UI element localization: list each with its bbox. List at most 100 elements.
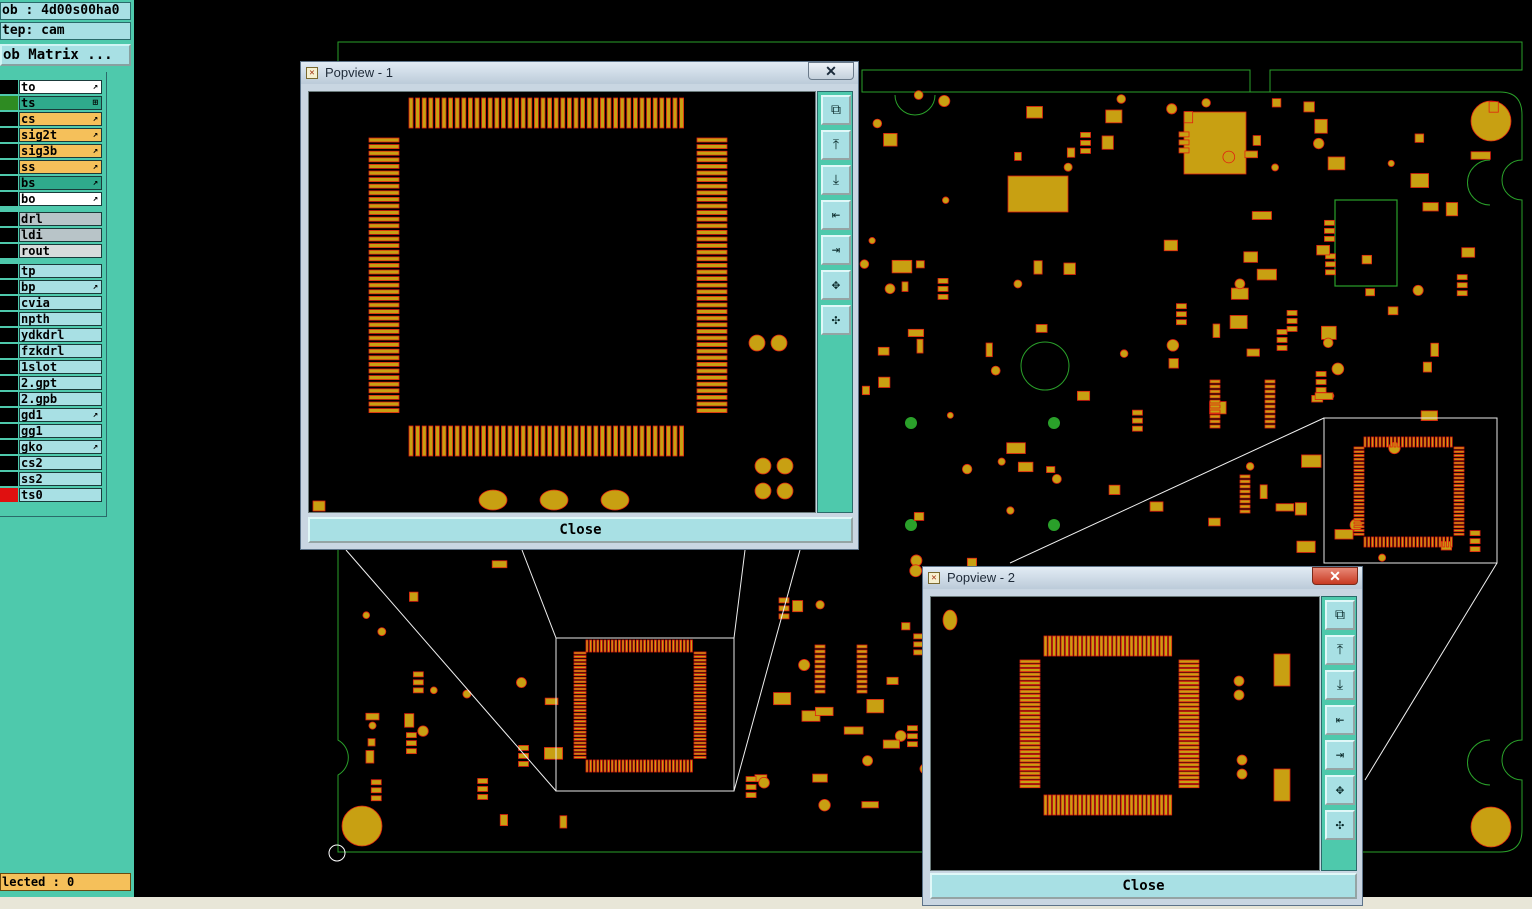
- layer-color-swatch[interactable]: [0, 328, 18, 342]
- zoom-in-icon[interactable]: ✥: [821, 270, 851, 300]
- layer-row[interactable]: bs ↗: [0, 176, 103, 190]
- layer-row[interactable]: 1slot: [0, 360, 103, 374]
- layer-name[interactable]: rout: [19, 244, 102, 258]
- layer-color-swatch[interactable]: [0, 360, 18, 374]
- layer-row[interactable]: ts ⊞: [0, 96, 103, 110]
- zoom-out-icon[interactable]: ✣: [821, 305, 851, 335]
- layer-row[interactable]: ss2: [0, 472, 103, 486]
- layer-color-swatch[interactable]: [0, 424, 18, 438]
- layer-color-swatch[interactable]: [0, 440, 18, 454]
- layer-color-swatch[interactable]: [0, 128, 18, 142]
- layer-color-swatch[interactable]: [0, 408, 18, 422]
- layer-name[interactable]: ts ⊞: [19, 96, 102, 110]
- zoom-out-icon[interactable]: ✣: [1325, 810, 1355, 840]
- layer-row[interactable]: sig3b ↗: [0, 144, 103, 158]
- pan-down-icon[interactable]: ⤓: [821, 165, 851, 195]
- layer-color-swatch[interactable]: [0, 228, 18, 242]
- popview-1-titlebar[interactable]: ✕ Popview - 1 ✕: [301, 62, 858, 84]
- layer-name[interactable]: gko ↗: [19, 440, 102, 454]
- layer-row[interactable]: npth: [0, 312, 103, 326]
- layer-row[interactable]: sig2t ↗: [0, 128, 103, 142]
- layer-color-swatch[interactable]: [0, 264, 18, 278]
- layer-name[interactable]: npth: [19, 312, 102, 326]
- layer-name[interactable]: ss2: [19, 472, 102, 486]
- layer-row[interactable]: rout: [0, 244, 103, 258]
- layer-color-swatch[interactable]: [0, 376, 18, 390]
- layer-row[interactable]: gd1 ↗: [0, 408, 103, 422]
- pan-right-icon[interactable]: ⇥: [821, 235, 851, 265]
- layer-name[interactable]: fzkdrl: [19, 344, 102, 358]
- layer-color-swatch[interactable]: [0, 160, 18, 174]
- pan-left-icon[interactable]: ⇤: [1325, 705, 1355, 735]
- close-icon[interactable]: ✕: [1312, 567, 1358, 585]
- layer-row[interactable]: cs2: [0, 456, 103, 470]
- layer-name[interactable]: sig2t ↗: [19, 128, 102, 142]
- pan-right-icon[interactable]: ⇥: [1325, 740, 1355, 770]
- layer-color-swatch[interactable]: [0, 80, 18, 94]
- layer-row[interactable]: bp ↗: [0, 280, 103, 294]
- layer-row[interactable]: bo ↗: [0, 192, 103, 206]
- layer-name[interactable]: sig3b ↗: [19, 144, 102, 158]
- pan-down-icon[interactable]: ⤓: [1325, 670, 1355, 700]
- layer-name[interactable]: 1slot: [19, 360, 102, 374]
- layer-name[interactable]: bp ↗: [19, 280, 102, 294]
- popview-2-titlebar[interactable]: ✕ Popview - 2 ✕: [923, 567, 1362, 589]
- popview-2-window[interactable]: ✕ Popview - 2 ✕ ⧉ ⤒ ⤓ ⇤ ⇥ ✥ ✣ Close: [922, 566, 1363, 906]
- layer-row[interactable]: gko ↗: [0, 440, 103, 454]
- popview-2-close-button[interactable]: Close: [930, 873, 1357, 899]
- layer-color-swatch[interactable]: [0, 312, 18, 326]
- layer-row[interactable]: tp: [0, 264, 103, 278]
- layer-color-swatch[interactable]: [0, 96, 18, 110]
- layer-name[interactable]: ss ↗: [19, 160, 102, 174]
- layer-color-swatch[interactable]: [0, 192, 18, 206]
- layer-row[interactable]: ldi: [0, 228, 103, 242]
- layer-row[interactable]: ydkdrl: [0, 328, 103, 342]
- layer-name[interactable]: cvia: [19, 296, 102, 310]
- layer-row[interactable]: ss ↗: [0, 160, 103, 174]
- pan-up-icon[interactable]: ⤒: [1325, 635, 1355, 665]
- layer-row[interactable]: fzkdrl: [0, 344, 103, 358]
- layer-name[interactable]: gd1 ↗: [19, 408, 102, 422]
- pan-up-icon[interactable]: ⤒: [821, 130, 851, 160]
- popview-2-canvas[interactable]: [930, 596, 1320, 871]
- layer-name[interactable]: 2.gpb: [19, 392, 102, 406]
- layer-name[interactable]: cs2: [19, 456, 102, 470]
- layer-name[interactable]: bs ↗: [19, 176, 102, 190]
- layer-row[interactable]: 2.gpt: [0, 376, 103, 390]
- layer-name[interactable]: gg1: [19, 424, 102, 438]
- zoom-fit-icon[interactable]: ⧉: [821, 95, 851, 125]
- layer-color-swatch[interactable]: [0, 280, 18, 294]
- layer-name[interactable]: bo ↗: [19, 192, 102, 206]
- pan-left-icon[interactable]: ⇤: [821, 200, 851, 230]
- layer-row[interactable]: cs ↗: [0, 112, 103, 126]
- layer-row[interactable]: gg1: [0, 424, 103, 438]
- layer-color-swatch[interactable]: [0, 112, 18, 126]
- layer-name[interactable]: 2.gpt: [19, 376, 102, 390]
- layer-color-swatch[interactable]: [0, 472, 18, 486]
- close-icon[interactable]: ✕: [808, 62, 854, 80]
- layer-color-swatch[interactable]: [0, 488, 18, 502]
- zoom-fit-icon[interactable]: ⧉: [1325, 600, 1355, 630]
- layer-row[interactable]: 2.gpb: [0, 392, 103, 406]
- layer-color-swatch[interactable]: [0, 244, 18, 258]
- layer-color-swatch[interactable]: [0, 212, 18, 226]
- layer-name[interactable]: drl: [19, 212, 102, 226]
- popview-1-close-button[interactable]: Close: [308, 517, 853, 543]
- layer-name[interactable]: ts0: [19, 488, 102, 502]
- layer-name[interactable]: ydkdrl: [19, 328, 102, 342]
- layer-color-swatch[interactable]: [0, 296, 18, 310]
- popview-1-canvas[interactable]: [308, 91, 816, 513]
- layer-color-swatch[interactable]: [0, 456, 18, 470]
- layer-color-swatch[interactable]: [0, 144, 18, 158]
- layer-row[interactable]: ts0: [0, 488, 103, 502]
- layer-color-swatch[interactable]: [0, 344, 18, 358]
- layer-row[interactable]: cvia: [0, 296, 103, 310]
- layer-row[interactable]: to ↗: [0, 80, 103, 94]
- layer-color-swatch[interactable]: [0, 392, 18, 406]
- layer-name[interactable]: to ↗: [19, 80, 102, 94]
- layer-name[interactable]: tp: [19, 264, 102, 278]
- popview-1-window[interactable]: ✕ Popview - 1 ✕ ⧉ ⤒ ⤓ ⇤ ⇥ ✥ ✣ Close: [300, 61, 859, 550]
- layer-name[interactable]: ldi: [19, 228, 102, 242]
- zoom-in-icon[interactable]: ✥: [1325, 775, 1355, 805]
- layer-name[interactable]: cs ↗: [19, 112, 102, 126]
